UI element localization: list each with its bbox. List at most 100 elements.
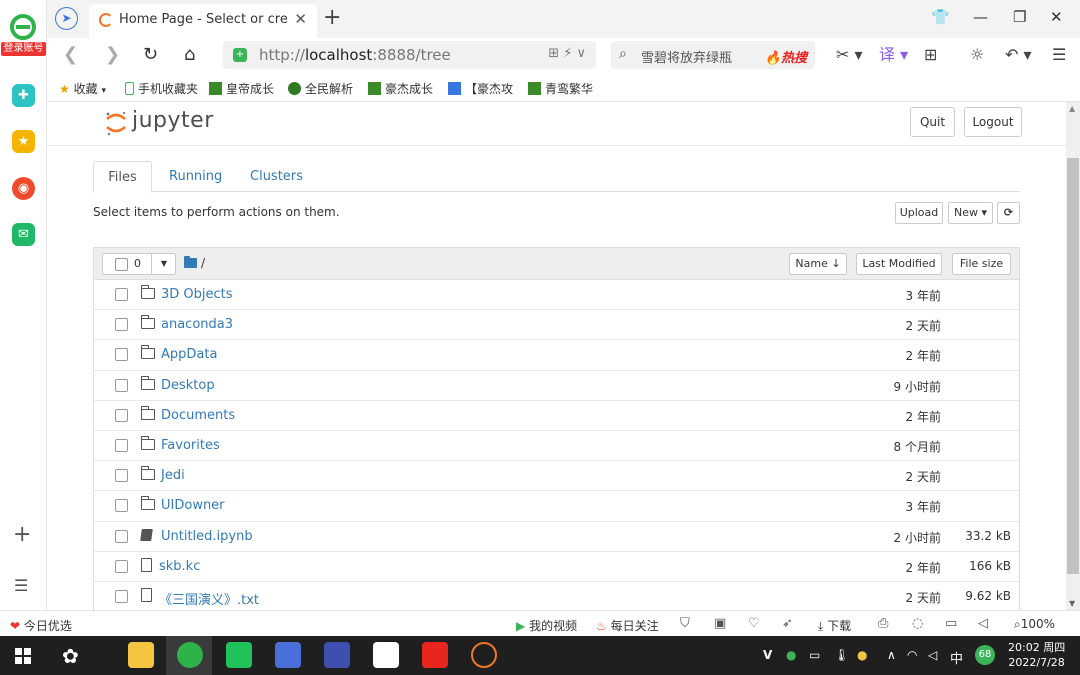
apps-grid-icon[interactable]: ⊞ (924, 46, 937, 64)
navigate-icon[interactable]: ➤ (55, 7, 78, 30)
search-input[interactable]: 雪碧将放弃绿瓶 (641, 47, 732, 66)
file-row[interactable]: AppData 2 年前 (93, 340, 1020, 371)
maximize-icon[interactable]: ❐ (1013, 8, 1026, 26)
bookmark-2[interactable]: 全民解析 (288, 80, 353, 97)
today-picks[interactable]: ❤ 今日优选 (10, 617, 72, 634)
search-box[interactable]: ⌕ 雪碧将放弃绿瓶 🔥热搜 (611, 41, 815, 69)
window-icon[interactable]: ▭ (945, 616, 957, 631)
tray-app-icon[interactable]: ● (857, 648, 867, 662)
tray-monitor-icon[interactable]: ▭ (809, 648, 820, 662)
zoom-level[interactable]: ⌕100% (1014, 617, 1055, 632)
sort-modified-button[interactable]: Last Modified (856, 253, 942, 275)
bookmark-1[interactable]: 皇帝成长 (209, 80, 274, 97)
tab-jupyter-home[interactable]: Home Page - Select or create a notebook … (89, 4, 317, 38)
row-checkbox[interactable] (115, 469, 128, 483)
sort-name-button[interactable]: Name ↓ (789, 253, 847, 275)
browser-taskbar-icon[interactable] (177, 642, 203, 668)
file-name-link[interactable]: anaconda3 (161, 317, 233, 332)
breadcrumb[interactable]: / (184, 256, 205, 270)
my-videos[interactable]: ▶ 我的视频 (516, 617, 577, 634)
translate-icon[interactable]: 译 ▾ (879, 46, 908, 64)
quit-button[interactable]: Quit (910, 107, 955, 137)
close-window-icon[interactable]: ✕ (1050, 8, 1063, 26)
scroll-down-icon[interactable]: ▼ (1069, 599, 1075, 608)
brightness-icon[interactable]: ☼ (970, 46, 984, 64)
tab-close-icon[interactable]: ✕ (294, 10, 307, 28)
file-name-link[interactable]: UIDowner (161, 498, 225, 513)
shield-icon[interactable]: ⛉ (680, 616, 690, 631)
row-checkbox[interactable] (115, 288, 128, 301)
skin-icon[interactable]: 👕 (931, 8, 950, 26)
image-icon[interactable]: ▣ (714, 616, 726, 631)
weibo-icon[interactable]: ◉ (12, 177, 35, 200)
iqiyi-icon[interactable] (226, 642, 252, 668)
tray-green-icon[interactable]: ● (786, 648, 796, 662)
add-icon[interactable]: + (13, 524, 31, 546)
page-scrollbar[interactable]: ▲ ▼ (1066, 102, 1080, 610)
file-row[interactable]: Untitled.ipynb 2 小时前 33.2 kB (93, 521, 1020, 552)
menu-list-icon[interactable]: ☰ (14, 578, 28, 594)
bookmark-4[interactable]: 【豪杰攻 (448, 80, 513, 97)
select-all-checkbox[interactable] (115, 258, 128, 271)
chevron-down-icon[interactable]: ▼ (151, 254, 176, 274)
speaker-icon[interactable]: ◁ (928, 648, 937, 662)
clock[interactable]: 20:02 周四 2022/7/28 (1008, 640, 1065, 670)
row-checkbox[interactable] (115, 348, 128, 362)
cortana-icon[interactable]: ✿ (62, 644, 79, 668)
bookmark-favorites[interactable]: ★ 收藏 ▾ (59, 80, 106, 97)
downloads[interactable]: ⤓ 下载 (818, 617, 851, 634)
bookmark-mobile[interactable]: 手机收藏夹 (125, 80, 198, 97)
file-name-link[interactable]: skb.kc (159, 559, 200, 574)
logout-button[interactable]: Logout (964, 107, 1022, 137)
forward-icon[interactable]: ❯ (105, 44, 120, 66)
notification-badge[interactable]: 68 (975, 645, 995, 665)
login-button[interactable]: 登录账号 (1, 42, 46, 56)
file-name-link[interactable]: Jedi (161, 468, 185, 483)
bookmark-3[interactable]: 豪杰成长 (368, 80, 433, 97)
screenshot-icon[interactable]: ✂ ▾ (836, 46, 863, 64)
calendar-icon[interactable] (275, 642, 301, 668)
bookmark-5[interactable]: 青鸾繁华 (528, 80, 593, 97)
tab-files[interactable]: Files (93, 161, 152, 193)
row-checkbox[interactable] (115, 378, 128, 392)
windows-start-icon[interactable] (15, 648, 31, 664)
file-name-link[interactable]: Documents (161, 408, 235, 423)
favorites-star-icon[interactable]: ★ (12, 130, 35, 153)
tray-temp-icon[interactable]: 🌡 (834, 648, 849, 662)
row-checkbox[interactable] (115, 589, 128, 603)
file-row[interactable]: Jedi 2 天前 (93, 461, 1020, 492)
home-icon[interactable]: ⌂ (184, 44, 195, 66)
row-checkbox[interactable] (115, 559, 128, 573)
file-row[interactable]: 3D Objects 3 年前 (93, 280, 1020, 311)
file-row[interactable]: skb.kc 2 年前 166 kB (93, 551, 1020, 582)
plugin-icon[interactable]: ✚ (12, 84, 35, 107)
address-tools-icon[interactable]: ⊞ ⚡ ∨ (548, 46, 586, 61)
select-all-dropdown[interactable]: 0 ▼ (102, 253, 176, 275)
file-name-link[interactable]: Untitled.ipynb (161, 529, 253, 544)
address-bar[interactable]: + http://localhost:8888/tree ⊞ ⚡ ∨ (223, 41, 596, 69)
printer-icon[interactable]: ⎙ (878, 616, 888, 631)
file-row[interactable]: Favorites 8 个月前 (93, 430, 1020, 462)
xmind-icon[interactable] (373, 642, 399, 668)
file-row[interactable]: UIDowner 3 年前 (93, 491, 1020, 522)
sort-size-button[interactable]: File size (952, 253, 1011, 275)
file-name-link[interactable]: 3D Objects (161, 287, 233, 302)
file-name-link[interactable]: 《三国演义》.txt (159, 589, 259, 608)
row-checkbox[interactable] (115, 529, 128, 543)
refresh-button[interactable]: ⟳ (997, 202, 1020, 224)
scrollbar-thumb[interactable] (1067, 158, 1079, 574)
wps-icon[interactable] (422, 642, 448, 668)
back-icon[interactable]: ❮ (63, 44, 78, 66)
undo-icon[interactable]: ↶ ▾ (1005, 46, 1032, 64)
scroll-up-icon[interactable]: ▲ (1069, 104, 1075, 113)
ime-indicator[interactable]: 中 (950, 648, 963, 667)
calendar2-icon[interactable] (324, 642, 350, 668)
file-name-link[interactable]: AppData (161, 347, 217, 362)
upload-button[interactable]: Upload (895, 202, 943, 224)
row-checkbox[interactable] (115, 408, 128, 422)
mail-icon[interactable]: ✉ (12, 223, 35, 246)
browser-logo-icon[interactable] (9, 14, 37, 40)
hot-search-label[interactable]: 🔥热搜 (765, 47, 807, 66)
file-row[interactable]: 《三国演义》.txt 2 天前 9.62 kB (93, 581, 1020, 610)
row-checkbox[interactable] (115, 438, 128, 452)
